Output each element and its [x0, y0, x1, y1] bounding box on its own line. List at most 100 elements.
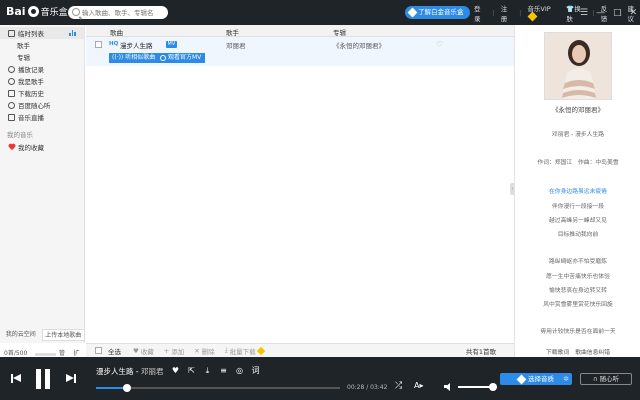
tab-upload-local[interactable]: 上传本地歌曲	[41, 329, 85, 341]
download-lyrics-link[interactable]: 下载歌词	[546, 347, 569, 357]
logo-sub: 音乐盒	[40, 8, 68, 18]
diamond-icon	[516, 374, 527, 384]
sidebar-item-live[interactable]: 音乐直播	[0, 111, 84, 123]
add-to-list-icon[interactable]: ≡	[219, 366, 228, 375]
next-icon[interactable]	[65, 373, 76, 384]
promo-button[interactable]: 了解白金音乐盒	[405, 6, 470, 19]
lyric-line: 作词：郑国江 作曲：中岛美雪	[537, 160, 619, 166]
mic-icon	[8, 77, 15, 85]
song-album[interactable]: 《永恒的邓丽君》	[333, 40, 385, 50]
menu-icon[interactable]: ☰	[580, 8, 588, 18]
close-icon[interactable]: ✕	[630, 8, 638, 18]
share-icon[interactable]: ⇱	[187, 366, 196, 375]
report-error-link[interactable]: 歌曲信息纠错	[575, 347, 610, 357]
watch-mv-button[interactable]: 观看官方MV	[157, 53, 206, 63]
lyrics-icon[interactable]: 词	[251, 366, 260, 375]
minimize-icon[interactable]: —	[596, 8, 605, 18]
heart-icon[interactable]: ♥	[171, 366, 180, 375]
table-row[interactable]: HQ 漫步人生路 MV 邓丽君 《永恒的邓丽君》 ♡ ((·)) 听相似歌曲 观…	[86, 37, 514, 66]
list-toolbar: 全选 ♥ 收藏 + 添加 ✕ 删除 ⤓ 批量下载 共有1首歌	[86, 343, 514, 357]
collect-button[interactable]: ♥ 收藏	[133, 346, 154, 356]
volume-handle[interactable]	[489, 383, 497, 391]
song-title[interactable]: 漫步人生路	[120, 40, 153, 50]
sidebar-item-downloads[interactable]: 下载历史	[0, 87, 84, 99]
pause-icon[interactable]	[35, 369, 51, 389]
window-controls: ☰ — □ ✕	[580, 0, 637, 25]
sidebar-item-artist[interactable]: 歌手	[0, 39, 84, 51]
sidebar-item-album[interactable]: 专辑	[0, 51, 84, 63]
play-time: 00:28 / 03:42	[347, 384, 388, 391]
vip-link[interactable]: 音乐VIP	[527, 3, 560, 22]
col-album: 专辑	[333, 29, 346, 37]
sidebar-item-label: 临时列表	[18, 30, 44, 38]
album-name[interactable]: 《永恒的邓丽君》	[515, 104, 640, 114]
batch-download-label: 批量下载	[229, 347, 256, 356]
delete-label: 删除	[201, 347, 215, 356]
similar-songs-label: 听相似歌曲	[125, 54, 156, 61]
quality-button[interactable]: 选择音质 ✲	[500, 373, 572, 385]
lyric-line: 目标推动我向前	[557, 232, 599, 238]
storage-bar	[35, 352, 57, 356]
sidebar-item-label: 下载历史	[18, 90, 44, 98]
now-song[interactable]: 漫步人生路	[96, 367, 134, 376]
register-link[interactable]: 注册	[501, 3, 513, 23]
sidebar-item-history[interactable]: 播放记录	[0, 63, 84, 75]
select-all-label[interactable]: 全选	[108, 346, 121, 356]
now-artist[interactable]: 邓丽君	[141, 367, 164, 376]
sidebar-item-singer[interactable]: 我是歌手	[0, 75, 84, 87]
listen-label: 随心听	[599, 375, 620, 383]
previous-icon[interactable]	[11, 373, 22, 384]
sidebar-item-label: 我是歌手	[18, 78, 44, 86]
tab-cloud-space[interactable]: 我的云空间	[0, 329, 42, 341]
download-icon[interactable]: ⤓	[203, 366, 212, 375]
batch-download-button[interactable]: ⤓ 批量下载	[224, 346, 265, 356]
search-input[interactable]	[82, 7, 164, 18]
gear-icon[interactable]: ✲	[563, 373, 569, 385]
sidebar-item-temp-list[interactable]: 临时列表	[0, 27, 84, 39]
select-all-checkbox[interactable]	[95, 347, 102, 354]
download-icon: ⤓	[224, 346, 228, 354]
volume-fill	[458, 386, 493, 388]
vip-icon	[527, 11, 538, 22]
search-icon[interactable]	[72, 8, 80, 16]
shuffle-icon[interactable]: ⤮	[395, 381, 402, 391]
lyric-line: 愉快悲哀在身边转又转	[549, 288, 607, 294]
lyrics-panel: 《永恒的邓丽君》 邓丽君 - 漫步人生路 作词：郑国江 作曲：中岛美雪 在你身边…	[514, 25, 640, 357]
volume-slider[interactable]	[458, 383, 497, 391]
quality-label: 选择音质	[528, 375, 554, 383]
vip-icon	[256, 346, 265, 355]
login-link[interactable]: 登录	[474, 3, 486, 23]
progress-handle[interactable]	[122, 384, 131, 392]
heart-icon	[8, 144, 15, 151]
sidebar-item-radio[interactable]: 百度随心听	[0, 99, 84, 111]
logo[interactable]: Bai 音乐盒	[6, 5, 68, 18]
promo-label: 了解白金音乐盒	[418, 8, 464, 16]
song-count: 共有1首歌	[465, 347, 496, 356]
equalizer-icon	[69, 30, 76, 36]
add-button[interactable]: + 添加	[164, 346, 184, 356]
maximize-icon[interactable]: □	[613, 8, 622, 18]
delete-button[interactable]: ✕ 删除	[194, 346, 214, 356]
sidebar-item-favorites[interactable]: 我的收藏	[0, 141, 84, 153]
sidebar-item-label: 我的收藏	[18, 144, 44, 152]
sidebar-item-label: 专辑	[17, 54, 30, 62]
progress-bar[interactable]	[96, 384, 340, 392]
play-circle-icon	[160, 55, 166, 61]
row-checkbox[interactable]	[95, 41, 102, 48]
sidebar-item-label: 歌手	[17, 42, 30, 50]
listen-button[interactable]: ∩ 随心听	[580, 373, 632, 385]
lyrics-footer: 下载歌词 歌曲信息纠错	[515, 347, 640, 357]
song-artist[interactable]: 邓丽君	[226, 40, 246, 50]
ab-repeat-icon[interactable]: A▸	[414, 381, 424, 390]
similar-songs-button[interactable]: ((·)) 听相似歌曲	[109, 53, 160, 63]
mv-badge[interactable]: MV	[166, 41, 177, 48]
table-header: 歌曲 歌手 专辑	[86, 25, 514, 37]
volume-icon[interactable]	[444, 382, 453, 391]
hifi-icon[interactable]: ◎	[235, 366, 244, 375]
watch-mv-label: 观看官方MV	[168, 54, 202, 61]
collect-label: 收藏	[140, 347, 154, 356]
hq-badge: HQ	[109, 41, 119, 47]
lyric-line: 伴你漫行一段接一段	[551, 204, 605, 210]
heart-icon[interactable]: ♡	[436, 40, 443, 49]
sidebar-item-label: 百度随心听	[18, 102, 51, 110]
